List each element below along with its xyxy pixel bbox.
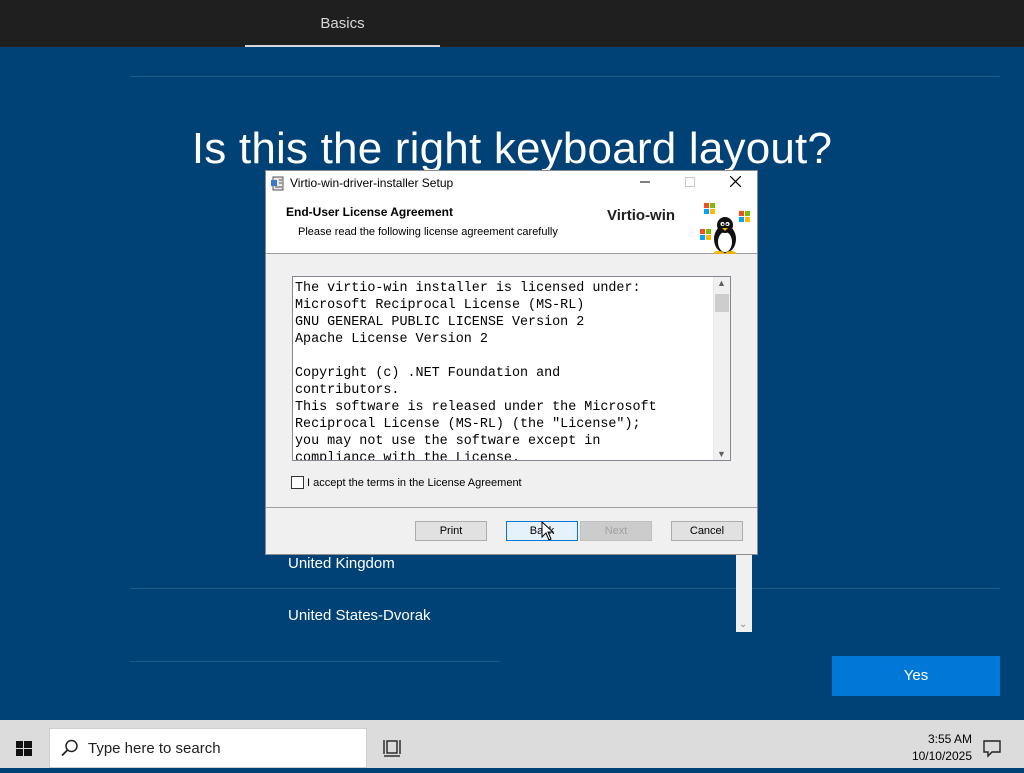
tab-active-indicator bbox=[245, 45, 440, 47]
tab-basics[interactable]: Basics bbox=[245, 0, 440, 47]
divider bbox=[130, 76, 1000, 77]
scroll-down-icon[interactable]: ▼ bbox=[717, 449, 726, 459]
start-button[interactable] bbox=[0, 728, 48, 768]
oobe-top-bar: Basics bbox=[0, 0, 1024, 47]
minimize-button[interactable] bbox=[622, 171, 668, 195]
page-title: Is this the right keyboard layout? bbox=[191, 124, 833, 173]
system-clock[interactable]: 3:55 AM 10/10/2025 bbox=[896, 731, 972, 765]
clock-date: 10/10/2025 bbox=[911, 749, 972, 763]
installer-dialog: Virtio-win-driver-installer Setup End-Us… bbox=[265, 170, 758, 555]
brand-name: Virtio-win bbox=[607, 207, 676, 224]
dialog-title-bar[interactable]: Virtio-win-driver-installer Setup bbox=[266, 171, 757, 195]
maximize-icon bbox=[685, 177, 695, 187]
virtio-penguin-logo-icon bbox=[700, 203, 750, 254]
yes-button[interactable]: Yes bbox=[832, 656, 1000, 696]
close-button[interactable] bbox=[712, 171, 758, 195]
mouse-cursor-icon bbox=[541, 521, 555, 541]
dialog-separator bbox=[266, 507, 757, 508]
chevron-down-icon[interactable]: ⌄ bbox=[739, 619, 747, 630]
close-icon bbox=[729, 175, 741, 188]
license-text-box[interactable]: The virtio-win installer is licensed und… bbox=[292, 276, 731, 461]
accept-terms-label[interactable]: I accept the terms in the License Agreem… bbox=[307, 477, 522, 489]
list-item[interactable]: United States-Dvorak bbox=[288, 607, 431, 624]
scroll-up-icon[interactable]: ▲ bbox=[717, 278, 726, 288]
license-scrollbar[interactable]: ▲ ▼ bbox=[713, 277, 730, 460]
search-icon bbox=[61, 739, 78, 757]
accept-terms-checkbox[interactable] bbox=[291, 476, 304, 489]
cancel-button[interactable]: Cancel bbox=[671, 521, 743, 541]
scrollbar-thumb[interactable] bbox=[715, 294, 729, 312]
dialog-title: Virtio-win-driver-installer Setup bbox=[290, 176, 454, 190]
clock-time: 3:55 AM bbox=[927, 732, 972, 746]
divider bbox=[130, 661, 500, 662]
list-item[interactable]: United Kingdom bbox=[288, 555, 395, 572]
minimize-icon bbox=[640, 181, 650, 183]
dialog-banner: End-User License Agreement Please read t… bbox=[266, 195, 757, 254]
banner-heading: End-User License Agreement bbox=[286, 205, 453, 219]
search-input[interactable]: Type here to search bbox=[88, 740, 221, 757]
maximize-button[interactable] bbox=[667, 171, 713, 195]
banner-subheading: Please read the following license agreem… bbox=[298, 226, 558, 238]
task-view-icon[interactable] bbox=[382, 738, 402, 758]
installer-app-icon bbox=[271, 176, 284, 191]
notification-icon[interactable] bbox=[982, 738, 1002, 758]
print-button[interactable]: Print bbox=[415, 521, 487, 541]
license-text: The virtio-win installer is licensed und… bbox=[295, 281, 657, 461]
taskbar-search[interactable]: Type here to search bbox=[49, 728, 367, 768]
next-button[interactable]: Next bbox=[580, 521, 652, 541]
windows-logo-icon bbox=[16, 741, 32, 756]
